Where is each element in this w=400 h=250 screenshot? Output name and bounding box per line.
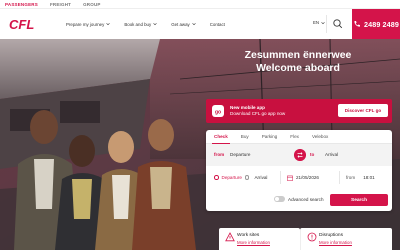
- arrival-option-label: Arrival: [254, 175, 268, 180]
- nav-get-away[interactable]: Get away: [171, 22, 196, 27]
- nav-prepare-journey[interactable]: Prepare my journey: [66, 21, 111, 27]
- nav-label: Get away: [171, 21, 190, 27]
- tab-buy[interactable]: Buy: [241, 130, 249, 144]
- worksites-card[interactable]: Work sites More information: [219, 228, 300, 250]
- nav-contact[interactable]: Contact: [210, 22, 225, 27]
- route-row: from Departure to Arrival: [206, 144, 392, 166]
- audience-group[interactable]: GROUP: [83, 2, 101, 7]
- journey-planner: Check Buy Parking Flex Velebox from Depa…: [206, 130, 392, 211]
- language-selector[interactable]: EN: [313, 20, 325, 25]
- disruptions-link[interactable]: More information: [319, 240, 352, 245]
- nav-book-buy[interactable]: Book and buy: [124, 22, 157, 27]
- divider: [326, 15, 327, 33]
- worksites-link[interactable]: More information: [237, 240, 270, 245]
- time-value: 18:01: [363, 175, 375, 180]
- search-icon[interactable]: [331, 17, 345, 31]
- swap-icon[interactable]: [294, 149, 306, 161]
- main-header: CFL Prepare my journey Book and buy Get …: [0, 9, 400, 39]
- phone-button[interactable]: 2489 2489: [352, 9, 400, 39]
- advanced-search-label: Advanced search: [288, 196, 324, 202]
- audience-switcher: PASSENGERS FREIGHT GROUP: [0, 0, 400, 9]
- chevron-down-icon: [106, 23, 111, 26]
- tab-velebox[interactable]: Velebox: [312, 130, 328, 144]
- app-promo-banner: go New mobile app Download CFL go app no…: [206, 99, 392, 123]
- main-nav: Prepare my journey Book and buy Get away…: [66, 22, 225, 27]
- logo-text: CFL: [9, 17, 34, 31]
- app-icon: go: [212, 105, 224, 117]
- headline-line-1: Zesummen ënnerwee: [244, 49, 352, 61]
- language-value: EN: [313, 20, 320, 25]
- app-promo-text: New mobile app Download CFL go app now: [230, 105, 285, 117]
- to-label: to: [310, 152, 315, 157]
- chevron-down-icon: [153, 23, 157, 26]
- phone-number: 2489 2489: [364, 19, 399, 29]
- audience-freight[interactable]: FREIGHT: [50, 2, 71, 7]
- date-value: 21/05/2026: [296, 175, 319, 180]
- from-input[interactable]: Departure: [230, 152, 250, 157]
- search-button[interactable]: Search: [330, 194, 388, 206]
- discover-app-button[interactable]: Discover CFL go: [338, 104, 388, 117]
- from-label: from: [214, 152, 225, 157]
- chevron-down-icon: [192, 23, 196, 26]
- hero-headline: Zesummen ënnerwee Welcome aboard: [198, 49, 398, 75]
- phone-icon: [354, 21, 361, 27]
- departure-option-label: Departure: [221, 175, 242, 180]
- worksites-title: Work sites: [237, 233, 260, 238]
- advanced-search-switch[interactable]: [274, 196, 285, 202]
- tab-flex[interactable]: Flex: [290, 130, 299, 144]
- headline-line-2: Welcome aboard: [256, 62, 340, 74]
- worksite-icon: [225, 232, 235, 242]
- audience-passengers[interactable]: PASSENGERS: [5, 2, 38, 7]
- departure-arrival-toggle: Departure Arrival: [214, 175, 267, 180]
- tab-parking[interactable]: Parking: [262, 130, 278, 144]
- date-time-row: Departure Arrival 21/05/2026 from 18:01: [206, 170, 392, 186]
- disruption-icon: [307, 232, 317, 242]
- departure-radio[interactable]: [214, 175, 219, 180]
- planner-tabs: Check Buy Parking Flex Velebox: [206, 130, 392, 145]
- hero-section: Zesummen ënnerwee Welcome aboard go New …: [0, 39, 400, 250]
- actions-row: Advanced search Search: [206, 191, 392, 207]
- time-label: from: [346, 175, 356, 180]
- time-field[interactable]: from 18:01: [346, 175, 375, 180]
- cfl-logo[interactable]: CFL: [8, 17, 48, 31]
- date-field[interactable]: 21/05/2026: [280, 171, 340, 184]
- advanced-search-toggle[interactable]: Advanced search: [274, 196, 324, 202]
- nav-label: Prepare my journey: [66, 21, 105, 27]
- to-input[interactable]: Arrival: [325, 152, 338, 157]
- nav-label: Book and buy: [124, 21, 152, 27]
- chevron-down-icon: [321, 21, 325, 24]
- nav-label: Contact: [209, 21, 225, 27]
- disruptions-title: Disruptions: [319, 233, 343, 238]
- arrival-radio[interactable]: [244, 175, 250, 180]
- app-promo-subtitle: Download CFL go app now: [230, 111, 286, 116]
- disruptions-card[interactable]: Disruptions More information: [300, 228, 392, 250]
- svg-text:go: go: [215, 109, 221, 115]
- tab-check[interactable]: Check: [212, 130, 230, 145]
- calendar-icon: [287, 175, 293, 181]
